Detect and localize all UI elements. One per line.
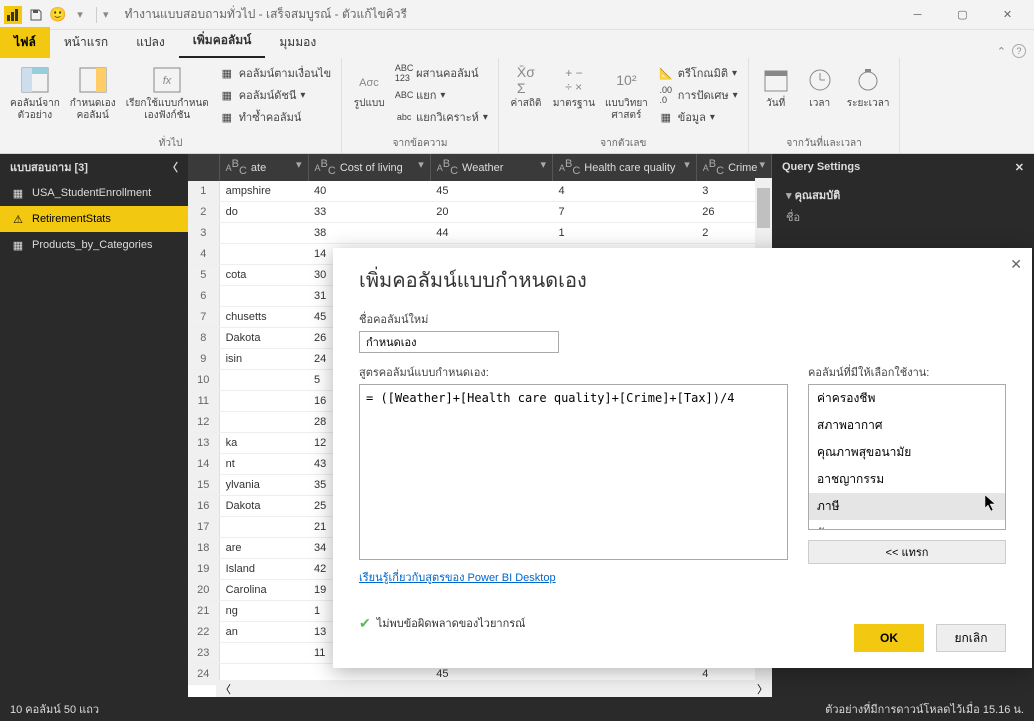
queries-header: แบบสอบถาม [3] 〈 <box>0 154 188 180</box>
column-option[interactable]: ภาษี <box>809 493 1005 520</box>
formula-input[interactable] <box>359 384 788 560</box>
ok-button[interactable]: OK <box>854 624 924 652</box>
horizontal-scrollbar[interactable]: 〈〉 <box>216 680 772 697</box>
svg-text:Aσc: Aσc <box>359 77 379 89</box>
scientific-button[interactable]: 10²แบบวิทยา ศาสตร์ <box>601 62 652 124</box>
tab-add-column[interactable]: เพิ่มคอลัมน์ <box>179 25 266 58</box>
column-header[interactable]: ABCWeather▾ <box>430 154 552 181</box>
column-header[interactable]: ABCate▾ <box>219 154 308 181</box>
column-option[interactable]: ค่าครองชีพ <box>809 385 1005 412</box>
properties-section-header: คุณสมบัติ <box>795 190 841 202</box>
column-option[interactable]: อาชญากรรม <box>809 466 1005 493</box>
check-icon: ✔ <box>359 615 371 632</box>
status-right: ตัวอย่างที่มีการดาวน์โหลดไว้เมื่อ 15.16 … <box>825 700 1024 718</box>
query-item[interactable]: ▦Products_by_Categories <box>0 232 188 258</box>
app-icon <box>4 6 22 24</box>
collapse-queries-icon[interactable]: 〈 <box>167 159 178 175</box>
tab-transform[interactable]: แปลง <box>122 27 179 58</box>
column-header[interactable]: ABCCrime▾ <box>696 154 771 181</box>
column-option[interactable]: สภาพอากาศ <box>809 412 1005 439</box>
svg-text:fx: fx <box>163 75 172 87</box>
column-header[interactable]: ABCHealth care quality▾ <box>552 154 696 181</box>
duration-button[interactable]: ระยะเวลา <box>843 62 894 112</box>
dialog-close-icon[interactable]: ✕ <box>1010 256 1022 273</box>
tab-home[interactable]: หน้าแรก <box>50 27 122 58</box>
insert-button[interactable]: << แทรก <box>808 540 1006 564</box>
merge-columns-button[interactable]: ABC123ผสานคอลัมน์ <box>392 62 492 84</box>
ribbon-group-general-label: ทั่วไป <box>6 134 335 151</box>
extract-button[interactable]: ABCแยก ▾ <box>392 84 492 106</box>
trigonometry-button[interactable]: 📐ตรีโกณมิติ ▾ <box>654 62 742 84</box>
ribbon-group-datetime-label: จากวันที่และเวลา <box>755 134 894 151</box>
time-button[interactable]: เวลา <box>799 62 841 112</box>
close-button[interactable]: ✕ <box>985 1 1030 29</box>
syntax-valid-message: ✔ ไม่พบข้อผิดพลาดของไวยากรณ์ <box>359 614 788 632</box>
new-column-name-label: ชื่อคอลัมน์ใหม่ <box>359 310 1006 328</box>
collapse-ribbon-icon[interactable]: ⌃ <box>997 45 1006 58</box>
format-button[interactable]: Aσc รูปแบบ <box>348 62 390 112</box>
statistics-button[interactable]: X̄σΣค่าสถิติ <box>505 62 547 112</box>
invoke-custom-function-button[interactable]: fx เรียกใช้แบบกำหนด เองฟังก์ชัน <box>122 62 213 124</box>
standard-button[interactable]: + −÷ ×มาตรฐาน <box>549 62 599 112</box>
column-option[interactable]: วัฒนธรรม <box>809 520 1005 530</box>
rounding-button[interactable]: .00.0การปัดเศษ ▾ <box>654 84 742 106</box>
query-item[interactable]: ⚠RetirementStats <box>0 206 188 232</box>
qat-dropdown[interactable]: ▾ <box>70 5 90 25</box>
title-bar: 🙂 ▾ ▾ ทำงานแบบสอบถามทั่วไป - เสร็จสมบูรณ… <box>0 0 1034 30</box>
minimize-button[interactable]: ─ <box>895 1 940 29</box>
smiley-button[interactable]: 🙂 <box>48 5 68 25</box>
custom-column-button[interactable]: กำหนดเอง คอลัมน์ <box>66 62 120 124</box>
index-column-button[interactable]: ▦คอลัมน์ดัชนี ▾ <box>215 84 335 106</box>
table-row[interactable]: 3384412 <box>188 223 772 244</box>
queries-panel: แบบสอบถาม [3] 〈 ▦USA_StudentEnrollment⚠R… <box>0 154 188 697</box>
new-column-name-input[interactable] <box>359 331 559 353</box>
conditional-column-button[interactable]: ▦คอลัมน์ตามเงื่อนไข <box>215 62 335 84</box>
help-icon[interactable]: ? <box>1012 44 1026 58</box>
query-settings-title: Query Settings <box>782 161 860 173</box>
close-settings-icon[interactable]: ✕ <box>1015 161 1024 174</box>
save-button[interactable] <box>26 5 46 25</box>
table-row[interactable]: 2do3320726 <box>188 202 772 223</box>
learn-formula-link[interactable]: เรียนรู้เกี่ยวกับสูตรของ Power BI Deskto… <box>359 568 788 586</box>
ribbon-group-text-label: จากข้อความ <box>348 134 492 151</box>
quick-access-toolbar: 🙂 ▾ ▾ <box>26 5 109 25</box>
status-bar: 10 คอลัมน์ 50 แถว ตัวอย่างที่มีการดาวน์โ… <box>0 697 1034 721</box>
duplicate-column-button[interactable]: ▦ทำซ้ำคอลัมน์ <box>215 106 335 128</box>
tab-view[interactable]: มุมมอง <box>265 27 330 58</box>
parse-button[interactable]: abcแยกวิเคราะห์ ▾ <box>392 106 492 128</box>
properties-name-label: ชื่อ <box>786 208 1020 226</box>
ribbon-group-number-label: จากตัวเลข <box>505 134 742 151</box>
maximize-button[interactable]: ▢ <box>940 1 985 29</box>
table-icon: ▦ <box>10 185 26 201</box>
custom-column-dialog: ✕ เพิ่มคอลัมน์แบบกำหนดเอง ชื่อคอลัมน์ใหม… <box>333 248 1032 668</box>
column-option[interactable]: คุณภาพสุขอนามัย <box>809 439 1005 466</box>
ribbon-tabs: ไฟล์ หน้าแรก แปลง เพิ่มคอลัมน์ มุมมอง ⌃ … <box>0 30 1034 58</box>
available-columns-label: คอลัมน์ที่มีให้เลือกใช้งาน: <box>808 363 1006 381</box>
tab-file[interactable]: ไฟล์ <box>0 27 50 58</box>
status-left: 10 คอลัมน์ 50 แถว <box>10 700 99 718</box>
dialog-title: เพิ่มคอลัมน์แบบกำหนดเอง <box>359 264 1006 296</box>
table-row[interactable]: 1ampshire404543 <box>188 181 772 202</box>
query-item[interactable]: ▦USA_StudentEnrollment <box>0 180 188 206</box>
column-from-examples-button[interactable]: คอลัมน์จาก ตัวอย่าง <box>6 62 64 124</box>
formula-label: สูตรคอลัมน์แบบกำหนดเอง: <box>359 363 788 381</box>
cancel-button[interactable]: ยกเลิก <box>936 624 1006 652</box>
date-button[interactable]: วันที่ <box>755 62 797 112</box>
window-title: ทำงานแบบสอบถามทั่วไป - เสร็จสมบูรณ์ - ตั… <box>125 5 407 24</box>
available-columns-list[interactable]: ค่าครองชีพสภาพอากาศคุณภาพสุขอนามัยอาชญาก… <box>808 384 1006 530</box>
information-button[interactable]: ▦ข้อมูล ▾ <box>654 106 742 128</box>
table-icon: ▦ <box>10 237 26 253</box>
column-header[interactable]: ABCCost of living▾ <box>308 154 430 181</box>
warn-icon: ⚠ <box>10 211 26 227</box>
ribbon: คอลัมน์จาก ตัวอย่าง กำหนดเอง คอลัมน์ fx … <box>0 58 1034 154</box>
